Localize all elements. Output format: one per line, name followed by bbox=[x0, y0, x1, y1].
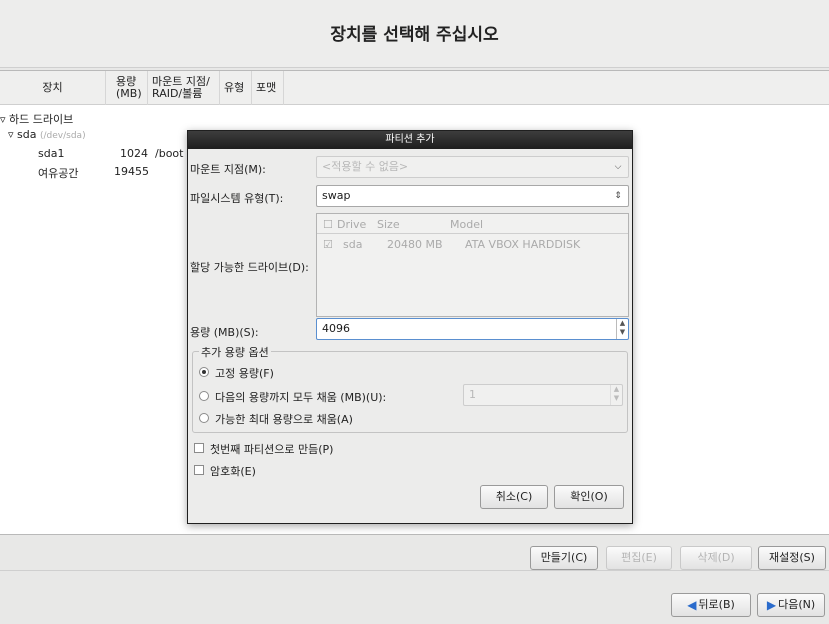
cancel-button[interactable]: 취소(C) bbox=[480, 485, 548, 509]
encrypt-label: 암호화(E) bbox=[210, 465, 256, 478]
drive-checkbox-checked-icon[interactable]: ☑ bbox=[323, 238, 333, 251]
radio-fill-upto[interactable] bbox=[199, 391, 209, 401]
mount-point-label: 마운트 지점(M): bbox=[190, 163, 266, 176]
table-row-size: 19455 bbox=[114, 165, 149, 178]
next-button[interactable]: ▶ 다음(N) bbox=[757, 593, 825, 617]
ok-button[interactable]: 확인(O) bbox=[554, 485, 624, 509]
back-button[interactable]: ◀ 뒤로(B) bbox=[671, 593, 751, 617]
model-column-header[interactable]: Model bbox=[450, 218, 483, 231]
table-row[interactable]: sda1 bbox=[38, 147, 64, 160]
page-title: 장치를 선택해 주십시오 bbox=[330, 25, 499, 45]
expander-icon[interactable]: ▿ bbox=[8, 128, 17, 141]
header-bar: 장치를 선택해 주십시오 bbox=[0, 0, 829, 68]
column-header-mount[interactable]: 마운트 지점/ RAID/볼륨 bbox=[148, 71, 220, 105]
radio-fixed-size-label: 고정 용량(F) bbox=[215, 367, 274, 380]
table-row[interactable]: 여유공간 bbox=[38, 165, 78, 181]
encrypt-checkbox[interactable] bbox=[194, 465, 204, 475]
select-all-checkbox-icon: ☐ bbox=[323, 218, 333, 231]
column-header-format[interactable]: 포맷 bbox=[252, 71, 284, 105]
radio-fill-max[interactable] bbox=[199, 413, 209, 423]
size-input[interactable]: 4096 ▲ ▼ bbox=[316, 318, 629, 340]
filesystem-type-combo[interactable]: swap ⇕ bbox=[316, 185, 629, 207]
primary-partition-checkbox[interactable] bbox=[194, 443, 204, 453]
additional-size-options: 추가 용량 옵션 고정 용량(F) 다음의 용량까지 모두 채움 (MB)(U)… bbox=[192, 344, 628, 433]
radio-fill-max-label: 가능한 최대 용량으로 채움(A) bbox=[215, 413, 353, 426]
dialog-title: 파티션 추가 bbox=[188, 131, 632, 149]
reset-button[interactable]: 재설정(S) bbox=[758, 546, 826, 570]
filesystem-type-label: 파일시스템 유형(T): bbox=[190, 192, 284, 205]
delete-button[interactable]: 삭제(D) bbox=[680, 546, 752, 570]
drive-list-header: ☐ Drive Size Model bbox=[317, 214, 628, 234]
drive-list[interactable]: ☐ Drive Size Model ☑ sda 20480 MB ATA VB… bbox=[316, 213, 629, 317]
drive-column-header[interactable]: Drive bbox=[337, 218, 366, 231]
mount-point-combo[interactable]: <적용할 수 없음> ⌵ bbox=[316, 156, 629, 178]
tree-item-hard-drives[interactable]: ▿ 하드 드라이브 bbox=[0, 111, 73, 127]
updown-icon: ⇕ bbox=[614, 191, 622, 201]
size-label: 용량 (MB)(S): bbox=[190, 326, 259, 339]
column-header-device[interactable]: 장치 bbox=[0, 71, 106, 105]
stepper-icon[interactable]: ▲ ▼ bbox=[610, 385, 622, 405]
tree-item-sda[interactable]: ▿ sda (/dev/sda) bbox=[8, 128, 86, 141]
stepper-icon[interactable]: ▲ ▼ bbox=[616, 319, 628, 339]
column-header-size[interactable]: 용량 (MB) bbox=[106, 71, 148, 105]
size-column-header[interactable]: Size bbox=[377, 218, 400, 231]
column-header-type[interactable]: 유형 bbox=[220, 71, 252, 105]
list-item[interactable]: ☑ sda 20480 MB ATA VBOX HARDDISK bbox=[317, 234, 628, 252]
edit-button[interactable]: 편집(E) bbox=[606, 546, 672, 570]
table-header: 장치 용량 (MB) 마운트 지점/ RAID/볼륨 유형 포맷 bbox=[0, 71, 829, 105]
add-partition-dialog: 파티션 추가 마운트 지점(M): <적용할 수 없음> ⌵ 파일시스템 유형(… bbox=[187, 130, 633, 524]
radio-fixed-size[interactable] bbox=[199, 367, 209, 377]
arrow-right-icon: ▶ bbox=[766, 598, 777, 612]
table-row-size: 1024 bbox=[120, 147, 148, 160]
arrow-left-icon: ◀ bbox=[687, 598, 697, 612]
drives-label: 할당 가능한 드라이브(D): bbox=[190, 261, 309, 274]
create-button[interactable]: 만들기(C) bbox=[530, 546, 598, 570]
divider bbox=[0, 570, 829, 571]
fill-upto-input[interactable]: 1 ▲ ▼ bbox=[463, 384, 623, 406]
options-group-title: 추가 용량 옵션 bbox=[199, 344, 271, 360]
chevron-down-icon: ⌵ bbox=[614, 162, 622, 172]
primary-partition-label: 첫번째 파티션으로 만듬(P) bbox=[210, 443, 334, 456]
expander-icon[interactable]: ▿ bbox=[0, 113, 9, 126]
table-row-mount: /boot bbox=[155, 147, 184, 160]
radio-fill-upto-label: 다음의 용량까지 모두 채움 (MB)(U): bbox=[215, 391, 387, 404]
